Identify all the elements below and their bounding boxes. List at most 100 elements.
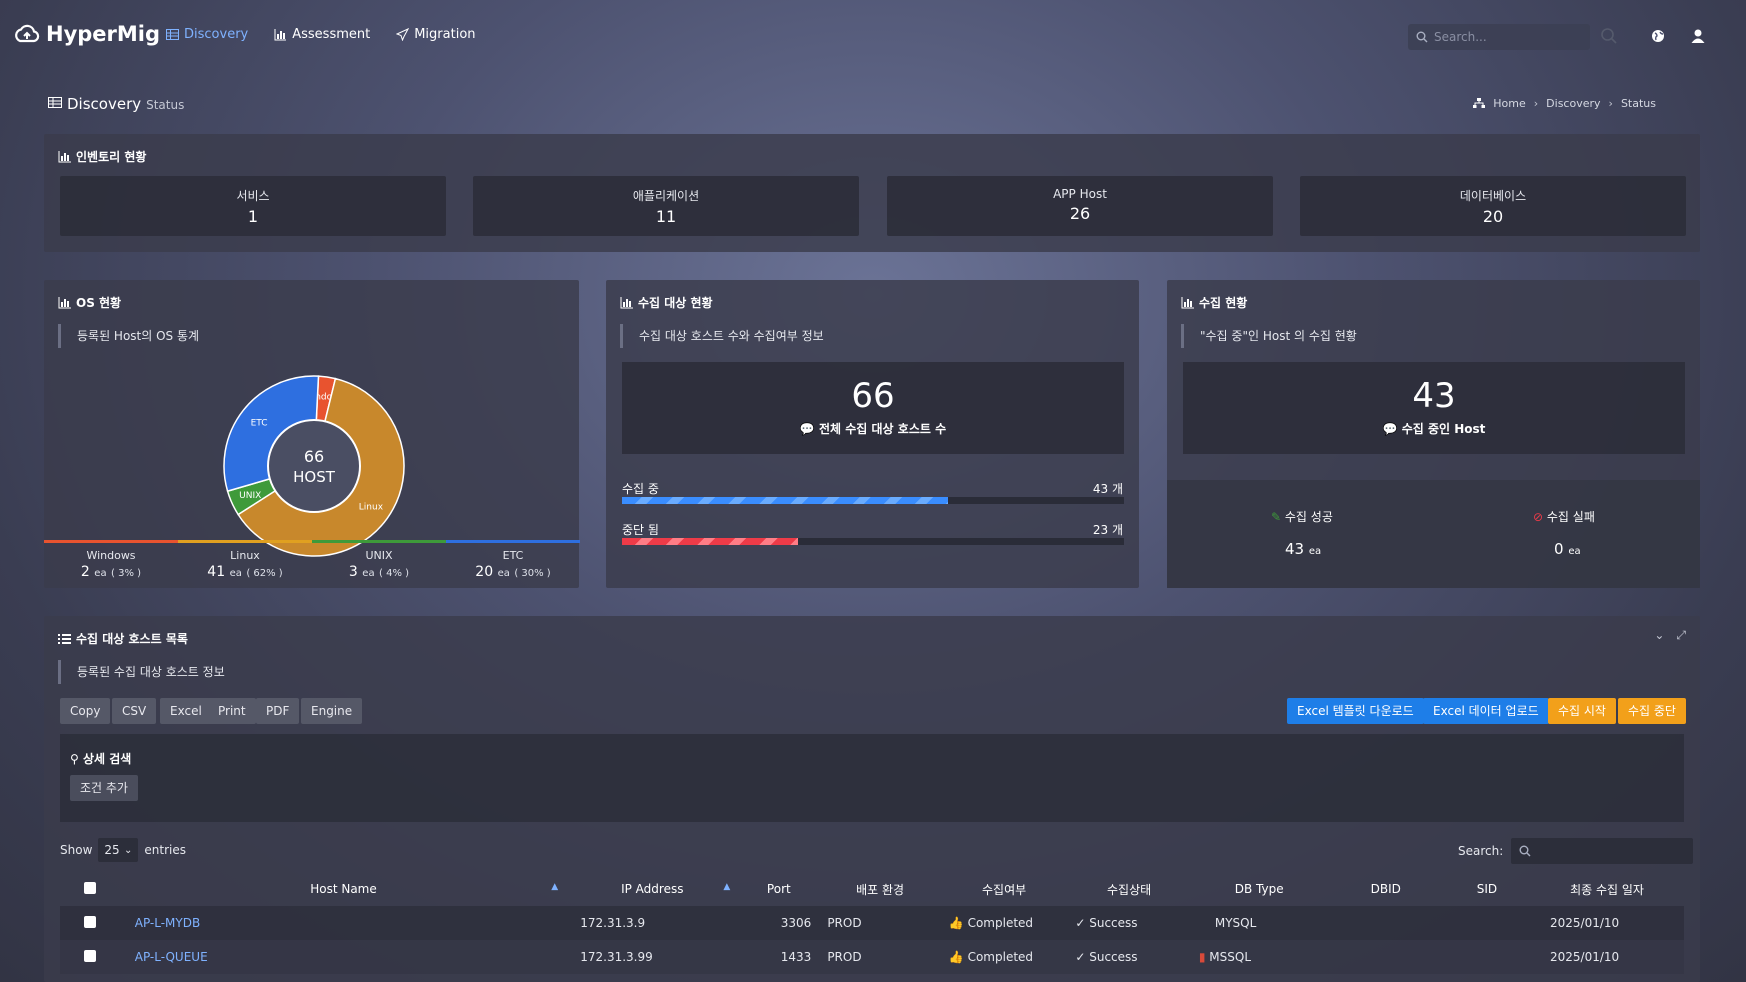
col-host-name[interactable]: Host Name ▲ (121, 872, 566, 906)
collect-text: Completed (967, 916, 1034, 930)
excel-data-upload-button[interactable]: Excel 데이터 업로드 (1423, 698, 1549, 724)
port-cell: 3306 (780, 916, 812, 930)
legend-pct: ( 3% ) (111, 568, 142, 579)
target-panel-title: 수집 대상 현황 (620, 294, 713, 311)
col-sid[interactable]: SID (1444, 872, 1530, 906)
legend-count-value: 2 (80, 564, 90, 580)
collect-cell: 👍 Completed (941, 940, 1068, 974)
legend-unit: ea (362, 568, 375, 579)
breadcrumb: Home › Discovery › Status (1473, 97, 1656, 110)
sort-asc-icon[interactable]: ▲ (551, 882, 558, 892)
main-nav: Discovery Assessment Migration (166, 27, 476, 42)
col-status[interactable]: 수집상태 (1067, 872, 1191, 906)
success-icon: ✎ (1271, 510, 1282, 524)
db-type-cell: MYSQL (1191, 906, 1328, 940)
legend-count-value: 41 (207, 564, 226, 580)
globe-icon[interactable] (1649, 27, 1667, 45)
col-last-date[interactable]: 최종 수집 일자 (1530, 872, 1684, 906)
detail-search-area: ⚲ 상세 검색 조건 추가 (60, 734, 1684, 822)
os-legend-etc[interactable]: ETC 20 ea ( 30% ) (446, 540, 580, 586)
copy-button[interactable]: Copy (60, 698, 111, 724)
select-all-header (60, 872, 121, 906)
status-text: Success (1089, 950, 1138, 964)
excel-template-download-button[interactable]: Excel 템플릿 다운로드 (1287, 698, 1424, 724)
table-row[interactable]: AP-L-MYDB 172.31.3.9 3306 PROD 👍 Complet… (60, 906, 1684, 940)
table-icon (48, 97, 62, 108)
col-collect[interactable]: 수집여부 (941, 872, 1068, 906)
start-collect-button[interactable]: 수집 시작 (1548, 698, 1616, 724)
collecting-host-caption: 💬 수집 중인 Host (1183, 420, 1685, 437)
dbid-cell (1328, 940, 1444, 974)
legend-color-bar (312, 540, 446, 543)
legend-name: Linux (230, 549, 260, 562)
table-icon (166, 29, 179, 40)
nav-assessment[interactable]: Assessment (274, 27, 370, 42)
print-button[interactable]: Print (208, 698, 256, 724)
col-port[interactable]: Port (738, 872, 819, 906)
collecting-host-value: 43 (1412, 376, 1456, 416)
user-icon[interactable] (1689, 27, 1707, 45)
csv-button[interactable]: CSV (112, 698, 157, 724)
add-condition-button[interactable]: 조건 추가 (70, 775, 138, 801)
os-legend-windows[interactable]: Windows 2 ea ( 3% ) (44, 540, 178, 586)
inventory-card-value: 20 (1482, 207, 1504, 226)
legend-count: 2 ea ( 3% ) (44, 564, 178, 580)
select-all-checkbox[interactable] (84, 881, 97, 894)
total-target-value: 66 (851, 376, 895, 416)
legend-count-value: 20 (475, 564, 494, 580)
legend-count: 41 ea ( 62% ) (178, 564, 312, 580)
entries-label: entries (144, 843, 186, 857)
col-ip-address-label: IP Address (621, 882, 684, 896)
collect-success-number: 43 (1285, 540, 1305, 558)
collecting-host-caption-text: 수집 중인 Host (1401, 422, 1486, 436)
donut-label-etc: ETC (251, 419, 268, 429)
collapse-chevron-icon[interactable]: ⌄ (1654, 628, 1664, 643)
collect-success-unit: ea (1308, 546, 1322, 557)
search-button-icon[interactable] (1600, 27, 1618, 45)
excel-button[interactable]: Excel (160, 698, 212, 724)
inventory-card-application[interactable]: 애플리케이션 11 (473, 176, 859, 236)
legend-color-bar (178, 540, 312, 543)
app-logo[interactable]: HyperMig (14, 22, 160, 46)
db-type-text: MSSQL (1209, 950, 1252, 964)
col-env[interactable]: 배포 환경 (819, 872, 940, 906)
status-cell: ✓ Success (1067, 906, 1191, 940)
os-legend-linux[interactable]: Linux 41 ea ( 62% ) (178, 540, 312, 586)
os-legend-unix[interactable]: UNIX 3 ea ( 4% ) (312, 540, 446, 586)
host-name-link[interactable]: AP-L-QUEUE (135, 950, 208, 964)
global-search-input[interactable] (1434, 30, 1574, 44)
check-circle-icon: ✓ (1075, 916, 1086, 930)
pdf-button[interactable]: PDF (256, 698, 300, 724)
nav-discovery[interactable]: Discovery (166, 27, 248, 42)
expand-icon[interactable]: ⤢ (1676, 628, 1686, 643)
row-checkbox[interactable] (84, 949, 97, 962)
inventory-card-database[interactable]: 데이터베이스 20 (1300, 176, 1686, 236)
progress-stopped-count: 23 개 (1092, 523, 1123, 537)
inventory-card-app-host[interactable]: APP Host 26 (887, 176, 1273, 236)
collect-panel-note: "수집 중"인 Host 의 수집 현황 (1181, 324, 1686, 348)
hosts-table: Host Name ▲ IP Address ▲ Port 배포 환경 수집여부 수… (60, 872, 1684, 974)
sort-asc-icon[interactable]: ▲ (723, 882, 730, 892)
legend-unit: ea (94, 568, 107, 579)
table-search-input[interactable] (1511, 838, 1694, 864)
breadcrumb-discovery[interactable]: Discovery (1546, 97, 1600, 110)
collect-cell: 👍 Completed (941, 906, 1068, 940)
nav-migration[interactable]: Migration (396, 27, 476, 42)
host-list-title: 수집 대상 호스트 목록 (58, 630, 188, 647)
col-db-type[interactable]: DB Type (1191, 872, 1328, 906)
donut-center-label: HOST (293, 468, 336, 486)
engine-button[interactable]: Engine (301, 698, 363, 724)
legend-color-bar (446, 540, 580, 543)
table-row[interactable]: AP-L-QUEUE 172.31.3.99 1433 PROD 👍 Compl… (60, 940, 1684, 974)
collect-fail-label: ⊘ 수집 실패 (1533, 508, 1595, 525)
row-checkbox[interactable] (84, 915, 97, 928)
host-list-note: 등록된 수집 대상 호스트 정보 (58, 660, 563, 684)
nav-assessment-label: Assessment (292, 27, 371, 42)
stop-collect-button[interactable]: 수집 중단 (1618, 698, 1686, 724)
breadcrumb-home[interactable]: Home (1493, 97, 1525, 110)
host-name-link[interactable]: AP-L-MYDB (135, 916, 200, 930)
col-dbid[interactable]: DBID (1328, 872, 1444, 906)
col-ip-address[interactable]: IP Address ▲ (566, 872, 738, 906)
page-size-select[interactable]: 25 ⌄ (98, 838, 139, 862)
inventory-card-service[interactable]: 서비스 1 (60, 176, 446, 236)
